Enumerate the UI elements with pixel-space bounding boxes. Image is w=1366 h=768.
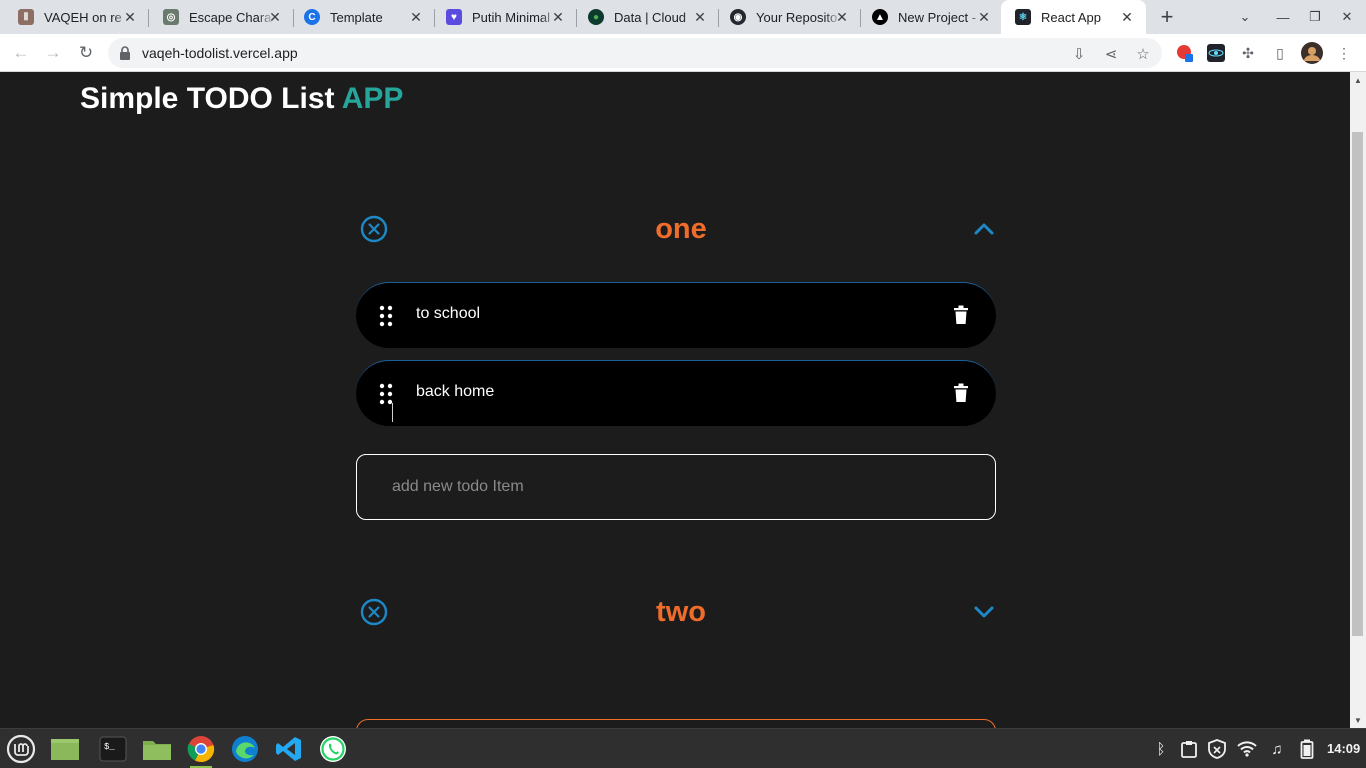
mint-menu-icon[interactable] bbox=[4, 733, 38, 765]
chatgpt-favicon-icon: ◎ bbox=[163, 9, 179, 25]
whatsapp-icon[interactable] bbox=[316, 733, 350, 765]
add-group-input[interactable] bbox=[356, 719, 996, 728]
side-panel-icon[interactable]: ▯ bbox=[1269, 42, 1291, 64]
tab-title: Data | Cloud bbox=[614, 9, 687, 25]
page-scrollbar[interactable]: ▲ ▼ bbox=[1350, 72, 1366, 728]
os-taskbar: $_ ᛒ ♫ 14:09 bbox=[0, 728, 1366, 768]
extensions-puzzle-icon[interactable]: ✣ bbox=[1237, 42, 1259, 64]
new-todo-input[interactable] bbox=[356, 454, 996, 520]
tab-title: React App bbox=[1041, 9, 1101, 25]
new-tab-button[interactable]: + bbox=[1155, 4, 1179, 29]
share-icon[interactable]: ⋖ bbox=[1101, 44, 1121, 64]
close-tab-icon[interactable]: ✕ bbox=[407, 8, 425, 26]
tab-title: Escape Chara bbox=[189, 9, 272, 25]
shield-icon[interactable] bbox=[1207, 738, 1227, 760]
browser-tab[interactable]: ● Data | Cloud ✕ bbox=[574, 0, 719, 34]
lock-icon bbox=[120, 46, 130, 60]
svg-text:$_: $_ bbox=[104, 742, 115, 752]
folder-icon[interactable] bbox=[140, 733, 174, 765]
todo-group-header: two bbox=[356, 592, 996, 632]
clipboard-icon[interactable] bbox=[1179, 738, 1199, 760]
mongodb-favicon-icon: ● bbox=[588, 9, 604, 25]
browser-tab[interactable]: Ⅱ VAQEH on re ✕ bbox=[4, 0, 149, 34]
todo-item-label: to school bbox=[416, 305, 481, 322]
reload-icon[interactable]: ↻ bbox=[74, 41, 98, 65]
scroll-down-icon[interactable]: ▼ bbox=[1354, 716, 1362, 725]
trash-icon[interactable] bbox=[953, 305, 969, 325]
github-favicon-icon: ◉ bbox=[730, 9, 746, 25]
browser-tab[interactable]: ♥ Putih Minimal ✕ bbox=[432, 0, 577, 34]
scrollbar-thumb[interactable] bbox=[1352, 132, 1363, 636]
group-title: two bbox=[656, 596, 706, 628]
wifi-icon[interactable] bbox=[1237, 738, 1257, 760]
close-window-icon[interactable]: ✕ bbox=[1336, 6, 1358, 28]
restore-icon[interactable]: ❐ bbox=[1304, 6, 1326, 28]
drag-handle-icon[interactable] bbox=[379, 305, 393, 327]
tab-search-icon[interactable]: ⌄ bbox=[1234, 6, 1256, 28]
canva-favicon-icon: C bbox=[304, 9, 320, 25]
chrome-icon[interactable] bbox=[184, 733, 218, 768]
install-app-icon[interactable]: ⇩ bbox=[1069, 44, 1089, 64]
vercel-favicon-icon: ▲ bbox=[872, 9, 888, 25]
chevron-down-icon[interactable] bbox=[972, 600, 996, 624]
app-title: Simple TODO List APP bbox=[80, 82, 403, 116]
browser-tab-active[interactable]: ⚛ React App ✕ bbox=[1001, 0, 1146, 34]
browser-tab[interactable]: ◎ Escape Chara ✕ bbox=[149, 0, 294, 34]
app-title-accent: APP bbox=[341, 82, 404, 115]
bookmark-star-icon[interactable]: ☆ bbox=[1133, 44, 1153, 64]
bluetooth-icon[interactable]: ᛒ bbox=[1151, 738, 1171, 760]
battery-icon[interactable] bbox=[1297, 738, 1317, 760]
edge-icon[interactable] bbox=[228, 733, 262, 765]
files-green-icon[interactable] bbox=[48, 733, 82, 765]
app-title-main: Simple TODO List bbox=[80, 82, 342, 115]
browser-tab[interactable]: ◉ Your Reposito ✕ bbox=[716, 0, 861, 34]
address-bar[interactable]: vaqeh-todolist.vercel.app ⇩ ⋖ ☆ bbox=[108, 38, 1162, 68]
close-tab-icon[interactable]: ✕ bbox=[833, 8, 851, 26]
tab-title: Template bbox=[330, 9, 383, 25]
tab-title: Putih Minimal bbox=[472, 9, 551, 25]
vscode-icon[interactable] bbox=[272, 733, 306, 765]
trash-icon[interactable] bbox=[953, 383, 969, 403]
text-caret bbox=[392, 403, 393, 422]
taskbar-clock[interactable]: 14:09 bbox=[1327, 741, 1360, 756]
browser-toolbar: ← → ↻ vaqeh-todolist.vercel.app ⇩ ⋖ ☆ ✣ … bbox=[0, 34, 1366, 72]
browser-tab-strip: Ⅱ VAQEH on re ✕ ◎ Escape Chara ✕ C Templ… bbox=[0, 0, 1366, 34]
todo-item[interactable]: back home bbox=[356, 360, 996, 426]
close-tab-icon[interactable]: ✕ bbox=[549, 8, 567, 26]
vaqeh-favicon-icon: Ⅱ bbox=[18, 9, 34, 25]
minimize-icon[interactable]: — bbox=[1272, 6, 1294, 28]
tab-title: New Project - bbox=[898, 9, 977, 25]
todo-item-label: back home bbox=[416, 383, 495, 400]
browser-tab[interactable]: ▲ New Project - ✕ bbox=[858, 0, 1003, 34]
close-tab-icon[interactable]: ✕ bbox=[1118, 8, 1136, 26]
close-tab-icon[interactable]: ✕ bbox=[691, 8, 709, 26]
sound-icon[interactable]: ♫ bbox=[1267, 738, 1287, 760]
extension-red-icon[interactable] bbox=[1174, 42, 1196, 64]
group-title: one bbox=[655, 213, 707, 245]
close-tab-icon[interactable]: ✕ bbox=[266, 8, 284, 26]
react-favicon-icon: ⚛ bbox=[1015, 9, 1031, 25]
chevron-up-icon[interactable] bbox=[972, 217, 996, 241]
page-viewport: Simple TODO List APP one to school back bbox=[0, 72, 1350, 728]
url-text: vaqeh-todolist.vercel.app bbox=[142, 45, 298, 61]
tab-title: VAQEH on re bbox=[44, 9, 122, 25]
forward-icon[interactable]: → bbox=[41, 41, 65, 65]
back-icon[interactable]: ← bbox=[9, 41, 33, 65]
heart-favicon-icon: ♥ bbox=[446, 9, 462, 25]
browser-menu-icon[interactable]: ⋮ bbox=[1333, 42, 1355, 64]
react-devtools-icon[interactable] bbox=[1205, 42, 1227, 64]
scroll-up-icon[interactable]: ▲ bbox=[1354, 76, 1362, 85]
profile-avatar[interactable] bbox=[1301, 42, 1323, 64]
tab-title: Your Reposito bbox=[756, 9, 838, 25]
close-tab-icon[interactable]: ✕ bbox=[975, 8, 993, 26]
close-tab-icon[interactable]: ✕ bbox=[121, 8, 139, 26]
terminal-icon[interactable]: $_ bbox=[96, 733, 130, 765]
todo-item[interactable]: to school bbox=[356, 282, 996, 348]
drag-handle-icon[interactable] bbox=[379, 383, 393, 405]
todo-group-header: one bbox=[356, 209, 996, 249]
browser-tab[interactable]: C Template ✕ bbox=[290, 0, 435, 34]
